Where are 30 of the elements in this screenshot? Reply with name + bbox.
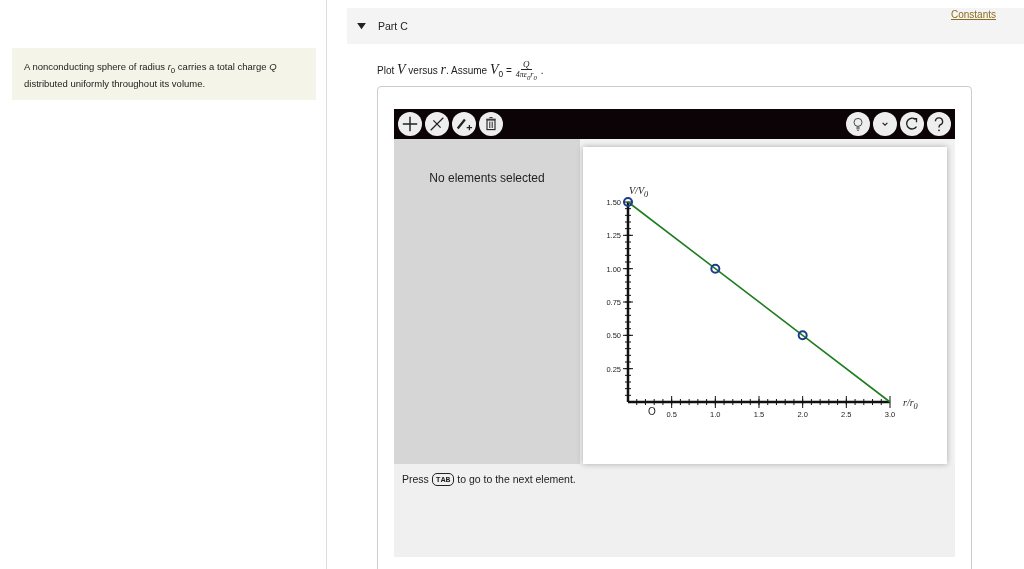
hint-text: to go to the next element. [457,473,576,485]
reset-button[interactable] [900,112,924,136]
collapse-triangle-icon [357,22,366,30]
delete-button[interactable] [479,112,503,136]
plotted-line[interactable] [627,201,891,403]
trash-icon [483,116,499,132]
fraction: Q 4πε$_{0}$r$_{0}$ [515,59,537,81]
line-point-handle[interactable] [710,263,721,274]
add-vector-button[interactable] [452,112,476,136]
hint-button[interactable] [846,112,870,136]
line-point-handle[interactable] [623,197,633,207]
tab-key: TAB [431,473,455,486]
line-point-handle[interactable] [797,330,808,341]
x-axis-label: r/r$_{0}$ [903,397,918,411]
part-title: Part C [378,20,408,32]
add-point-button[interactable] [398,112,422,136]
plus-icon [401,115,419,133]
lightbulb-icon [850,116,866,132]
problem-statement: A nonconducting sphere of radius r$_{0}$ carries a total charge Q distributed uniformly throughout its volume. [12,48,316,100]
hint-text: Press [402,473,429,485]
add-line-button[interactable] [425,112,449,136]
constants-link[interactable]: Constants [950,9,996,20]
question-text: Plot V versus r. Assume V$_{0}$ = [377,61,512,79]
selection-status: No elements selected [429,171,545,187]
help-button[interactable] [927,112,951,136]
dropdown-button[interactable] [873,112,897,136]
crossed-line-icon [428,115,446,133]
period: . [540,64,544,76]
origin-label: O [648,406,656,417]
y-axis-label: V/V$_{0}$ [629,185,649,199]
